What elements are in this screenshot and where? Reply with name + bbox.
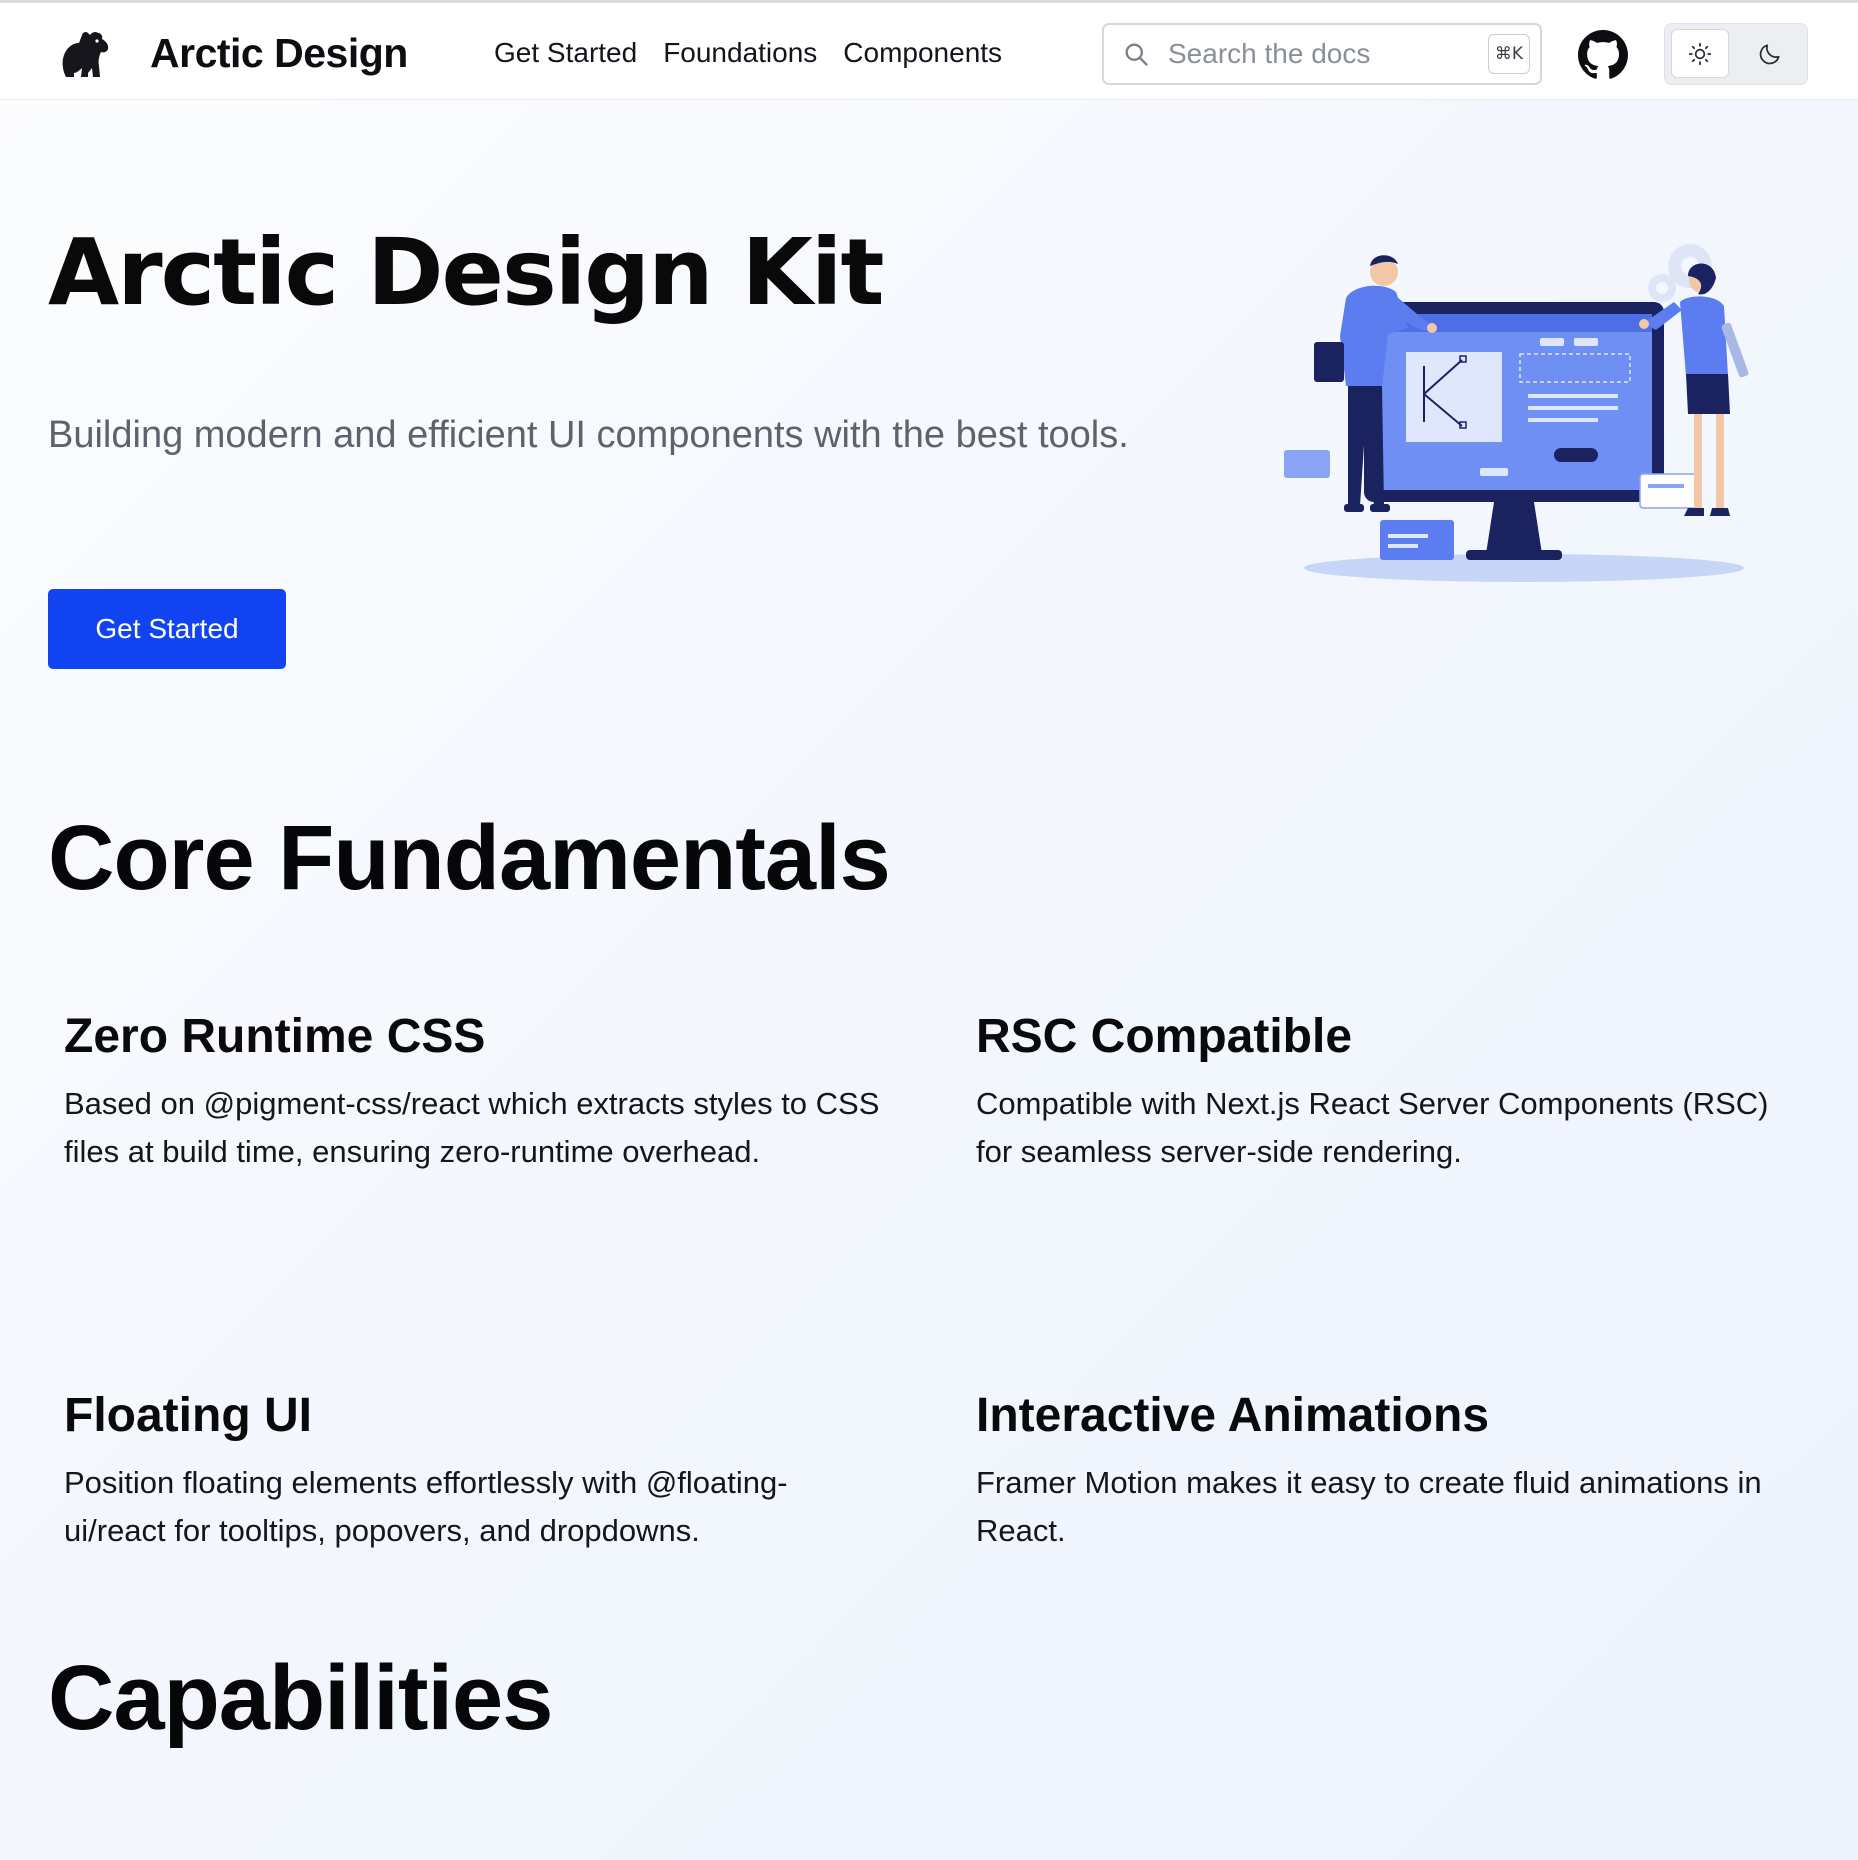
feature-description: Position floating elements effortlessly … [64,1464,788,1548]
nav-components[interactable]: Components [843,37,1002,69]
feature-title: Interactive Animations [976,1389,1490,1442]
dark-mode-button[interactable] [1741,29,1799,78]
get-started-button[interactable]: Get Started [48,589,286,669]
light-mode-button[interactable] [1671,29,1729,78]
hero-illustration [1284,244,1749,582]
feature-title: RSC Compatible [976,1010,1353,1063]
search-placeholder[interactable]: Search the docs [1168,38,1488,70]
nav-get-started[interactable]: Get Started [494,37,637,69]
core-fundamentals-heading: Core Fundamentals [48,807,891,909]
sun-icon [1688,42,1712,65]
feature-description: Framer Motion makes it easy to create fl… [976,1464,1762,1548]
search-box[interactable]: Search the docs ⌘K [1102,23,1542,85]
feature-card-zero-runtime-css: Zero Runtime CSS Based on @pigment-css/r… [64,1008,884,1176]
bear-icon [62,31,109,78]
hero-subtitle: Building modern and efficient UI compone… [48,414,1129,456]
feature-card-floating-ui: Floating UI Position floating elements e… [64,1387,884,1555]
feature-description: Based on @pigment-css/react which extrac… [64,1085,880,1169]
hero-title: Arctic Design Kit [48,219,884,326]
brand-link[interactable]: Arctic Design [52,17,408,89]
search-icon [1125,43,1148,66]
capabilities-heading: Capabilities [48,1647,553,1749]
feature-title: Floating UI [64,1389,312,1442]
theme-toggle [1664,23,1808,85]
feature-description: Compatible with Next.js React Server Com… [976,1085,1769,1169]
feature-title: Zero Runtime CSS [64,1010,486,1063]
top-navbar: Arctic Design Get Started Foundations Co… [0,0,1858,100]
nav-foundations[interactable]: Foundations [663,37,817,69]
search-shortcut-badge: ⌘K [1488,34,1530,74]
brand-name: Arctic Design [150,29,408,76]
main-nav: Get Started Foundations Components [494,3,1028,103]
feature-card-rsc-compatible: RSC Compatible Compatible with Next.js R… [976,1008,1796,1176]
github-icon[interactable] [1578,30,1628,80]
feature-card-interactive-animations: Interactive Animations Framer Motion mak… [976,1387,1796,1555]
moon-icon [1759,43,1780,64]
